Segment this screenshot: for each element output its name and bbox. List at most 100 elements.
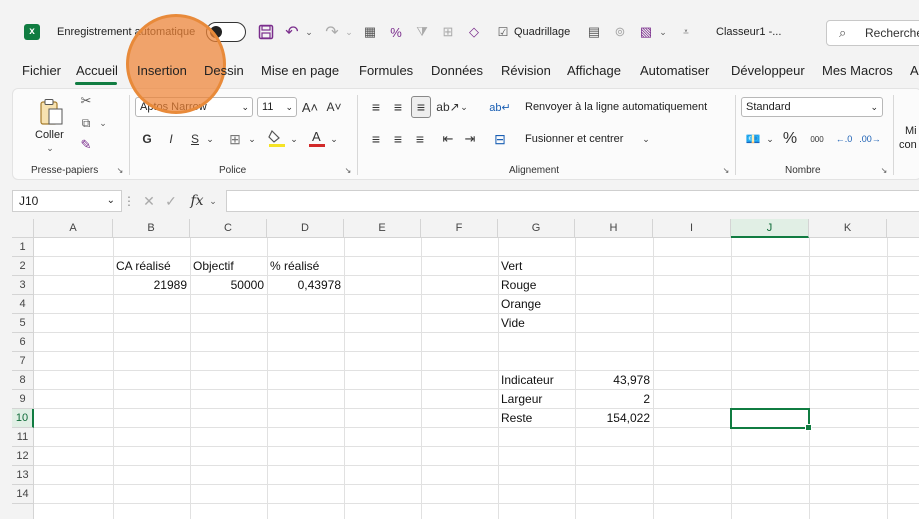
borders-icon[interactable]: ⊞ <box>225 129 245 149</box>
row-header[interactable]: 12 <box>12 447 34 466</box>
fill-color-icon[interactable] <box>267 127 287 149</box>
row-header[interactable]: 7 <box>12 352 34 371</box>
borders-dropdown-icon[interactable]: ⌄ <box>247 129 257 149</box>
redo-icon[interactable]: ↷ <box>322 22 342 42</box>
currency-icon[interactable]: 💶 <box>743 129 763 149</box>
row-header[interactable]: 1 <box>12 238 34 257</box>
align-right-icon[interactable]: ≡ <box>411 129 429 149</box>
thousands-separator-button[interactable]: 000 <box>805 129 829 149</box>
row-header[interactable] <box>12 504 34 519</box>
cell-h9[interactable]: 2 <box>575 390 653 409</box>
column-header[interactable]: E <box>344 219 421 238</box>
copy-dropdown-icon[interactable]: ⌄ <box>98 115 108 131</box>
tab-fichier[interactable]: Fichier <box>22 63 61 78</box>
paste-dropdown-icon[interactable]: ⌄ <box>45 143 55 153</box>
align-middle-icon[interactable]: ≡ <box>389 97 407 117</box>
row-header[interactable]: 14 <box>12 485 34 504</box>
align-icon[interactable]: ⊞ <box>438 22 458 42</box>
font-size-box[interactable]: 11 ⌄ <box>257 97 297 117</box>
chart-icon[interactable]: ▧ <box>636 22 656 42</box>
font-color-icon[interactable]: A <box>307 127 327 149</box>
conditional-format-label-1[interactable]: Mi <box>905 125 917 137</box>
tab-automatiser[interactable]: Automatiser <box>640 63 709 78</box>
percent-button[interactable]: % <box>781 129 799 149</box>
tab-revision[interactable]: Révision <box>501 63 551 78</box>
conditional-format-label-2[interactable]: con <box>899 139 917 151</box>
tab-affichage[interactable]: Affichage <box>567 63 621 78</box>
underline-dropdown-icon[interactable]: ⌄ <box>205 129 215 149</box>
cancel-icon[interactable]: ✕ <box>140 190 158 212</box>
fill-dropdown-icon[interactable]: ⌄ <box>289 129 299 149</box>
tab-developpeur[interactable]: Développeur <box>731 63 805 78</box>
increase-indent-icon[interactable]: ⇥ <box>461 129 479 149</box>
increase-decimal-icon[interactable]: ←.0 <box>833 129 855 149</box>
search-box[interactable]: ⌕ Recherche <box>826 20 919 46</box>
table-icon[interactable]: ▦ <box>360 22 380 42</box>
select-all-corner[interactable] <box>12 219 34 238</box>
merge-center-label[interactable]: Fusionner et centrer <box>525 133 623 145</box>
tab-dessin[interactable]: Dessin <box>204 63 244 78</box>
font-launcher-icon[interactable]: ↘ <box>343 165 353 175</box>
row-header[interactable]: 3 <box>12 276 34 295</box>
copy-icon[interactable]: ⧉ <box>77 115 95 131</box>
name-box[interactable]: J10 ⌄ <box>12 190 122 212</box>
bold-button[interactable]: G <box>139 129 155 149</box>
row-header[interactable]: 9 <box>12 390 34 409</box>
row-header[interactable]: 13 <box>12 466 34 485</box>
column-header[interactable]: H <box>575 219 653 238</box>
column-header[interactable]: K <box>809 219 887 238</box>
save-icon[interactable] <box>256 22 276 42</box>
orientation-dropdown-icon[interactable]: ⌄ <box>459 97 469 117</box>
cell-h8[interactable]: 43,978 <box>575 371 653 390</box>
eraser-icon[interactable]: ◇ <box>464 22 484 42</box>
column-header[interactable]: B <box>113 219 190 238</box>
cut-icon[interactable]: ✂ <box>77 93 95 109</box>
column-header[interactable]: G <box>498 219 575 238</box>
tab-insertion[interactable]: Insertion <box>137 63 187 78</box>
undo-icon[interactable]: ↶ <box>282 22 302 42</box>
column-header[interactable]: F <box>421 219 498 238</box>
cell-b2[interactable]: CA réalisé <box>113 257 190 276</box>
column-header[interactable]: D <box>267 219 344 238</box>
cell-d3[interactable]: 0,43978 <box>267 276 344 295</box>
tab-formules[interactable]: Formules <box>359 63 413 78</box>
customize-qat-icon[interactable]: ⩡ <box>680 22 692 42</box>
decrease-font-icon[interactable]: A˅ <box>325 97 343 117</box>
alignment-launcher-icon[interactable]: ↘ <box>721 165 731 175</box>
insert-function-icon[interactable]: fx <box>186 190 208 212</box>
cell-g2[interactable]: Vert <box>498 257 575 276</box>
tab-accueil[interactable]: Accueil <box>76 63 118 78</box>
underline-button[interactable]: S <box>187 129 203 149</box>
italic-button[interactable]: I <box>163 129 179 149</box>
cell-g9[interactable]: Largeur <box>498 390 575 409</box>
enter-icon[interactable]: ✓ <box>162 190 180 212</box>
column-header[interactable] <box>887 219 919 238</box>
tab-more[interactable]: A <box>910 63 919 78</box>
tab-mise-en-page[interactable]: Mise en page <box>261 63 339 78</box>
selected-cell-j10[interactable] <box>730 408 812 431</box>
tab-donnees[interactable]: Données <box>431 63 483 78</box>
align-top-icon[interactable]: ≡ <box>367 97 385 117</box>
row-header[interactable]: 4 <box>12 295 34 314</box>
undo-dropdown-icon[interactable]: ⌄ <box>303 22 315 42</box>
merge-dropdown-icon[interactable]: ⌄ <box>641 131 651 147</box>
wrap-text-label[interactable]: Renvoyer à la ligne automatiquement <box>525 101 707 113</box>
font-color-dropdown-icon[interactable]: ⌄ <box>329 129 339 149</box>
cell-g8[interactable]: Indicateur <box>498 371 575 390</box>
percent-style-icon[interactable]: % <box>386 22 406 42</box>
column-header[interactable]: C <box>190 219 267 238</box>
cell-c3[interactable]: 50000 <box>190 276 267 295</box>
formula-input[interactable] <box>226 190 919 212</box>
decrease-indent-icon[interactable]: ⇤ <box>439 129 457 149</box>
cell-g4[interactable]: Orange <box>498 295 575 314</box>
spreadsheet-grid[interactable]: A B C D E F G H I J K 1 2 3 4 5 6 7 8 9 … <box>12 219 919 519</box>
camera-icon[interactable]: ⊚ <box>610 22 630 42</box>
align-bottom-icon[interactable]: ≡ <box>411 96 431 118</box>
row-header-selected[interactable]: 10 <box>12 409 34 428</box>
clipboard-launcher-icon[interactable]: ↘ <box>115 165 125 175</box>
cell-c2[interactable]: Objectif <box>190 257 267 276</box>
row-header[interactable]: 5 <box>12 314 34 333</box>
align-left-icon[interactable]: ≡ <box>367 129 385 149</box>
cell-b3[interactable]: 21989 <box>113 276 190 295</box>
column-header[interactable]: A <box>34 219 113 238</box>
